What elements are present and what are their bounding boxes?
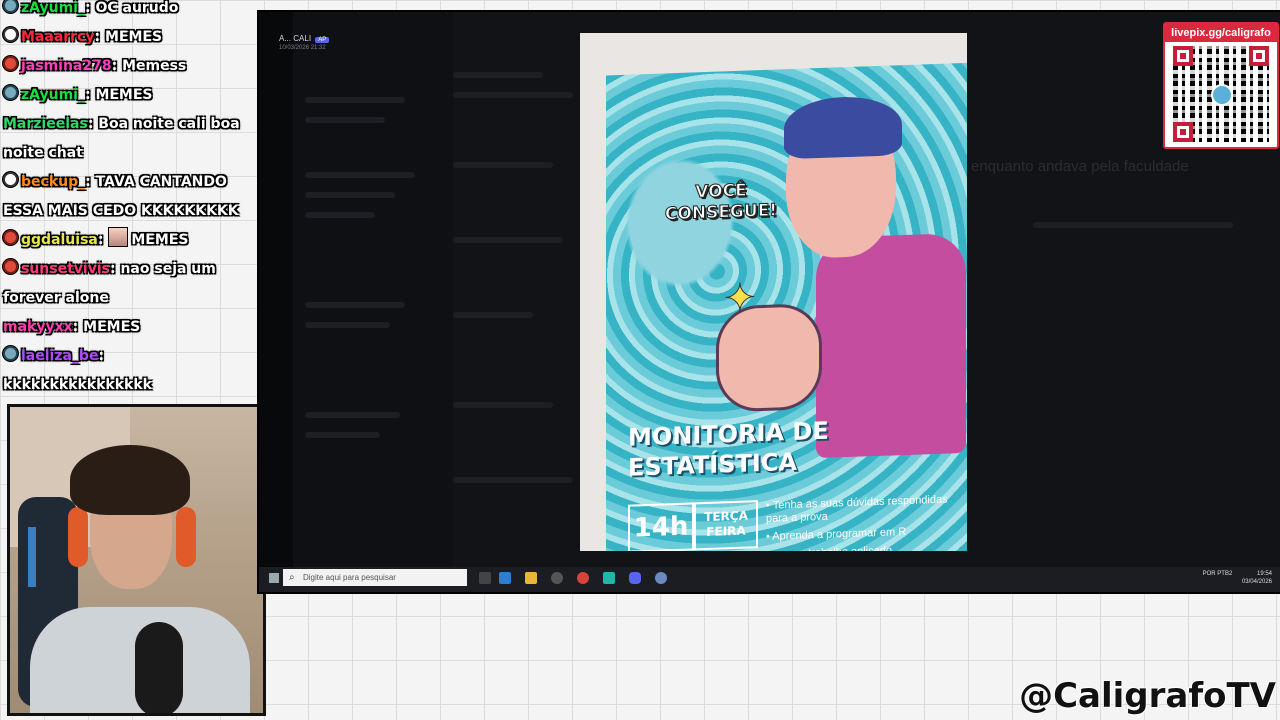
header-tag: CALI xyxy=(293,34,312,43)
poster-character-shirt xyxy=(816,232,966,459)
badge-icon xyxy=(3,27,18,42)
webcam-headphone-left xyxy=(68,507,88,567)
discord-message-header: A... CALI AP 10/03/2026 21:32 xyxy=(279,34,330,51)
badge-icon xyxy=(3,85,18,100)
header-badge: AP xyxy=(315,37,330,43)
sparkle-icon: ✦ xyxy=(724,277,757,321)
taskbar-search-placeholder: Digite aqui para pesquisar xyxy=(303,573,396,582)
chat-message: ggdaluisa: MEMES xyxy=(0,226,253,255)
chat-message: laeliza_be: kkkkkkkkkkkkkkkk xyxy=(0,342,253,400)
poster-bullets: • Tenha as suas dúvidas respondidas para… xyxy=(766,493,966,551)
poster: ✦ VOCÊ CONSEGUE! MONITORIA DE ESTATÍSTIC… xyxy=(606,62,967,551)
emote-icon xyxy=(108,227,129,247)
tray-clock[interactable]: 19:54 03/04/2026 xyxy=(1242,570,1272,586)
poster-title: MONITORIA DE ESTATÍSTICA xyxy=(628,416,829,483)
taskbar-search-input[interactable]: ⌕ Digite aqui para pesquisar xyxy=(283,569,467,586)
chat-username[interactable]: sunsetvivis xyxy=(21,261,110,277)
chat-text: : OC aurudo xyxy=(84,0,179,16)
badge-icon xyxy=(3,230,18,245)
chat-message: zAyumi_: OC aurudo xyxy=(0,0,253,23)
obs-icon[interactable] xyxy=(551,572,563,584)
badge-icon xyxy=(3,56,18,71)
webcam-microphone xyxy=(135,622,183,713)
chat-username[interactable]: laeliza_be xyxy=(21,348,98,364)
chat-text: MEMES xyxy=(131,232,189,248)
chat-text: : MEMES xyxy=(84,87,153,103)
header-user: A... xyxy=(279,34,292,43)
badge-icon xyxy=(3,259,18,274)
edge-icon[interactable] xyxy=(499,572,511,584)
capcut-icon[interactable] xyxy=(603,572,615,584)
badge-icon xyxy=(3,172,18,187)
chat-username[interactable]: jasmina278 xyxy=(21,58,112,74)
discord-channel-list xyxy=(293,12,453,567)
poster-bullet: ... o seu trabalho aplicado xyxy=(766,542,966,551)
poster-bubble-text: VOCÊ CONSEGUE! xyxy=(664,180,778,225)
chat-text: : MEMES xyxy=(72,319,141,335)
chat-message: beckup_: TAVA CANTANDO ESSA MAIS CEDO KK… xyxy=(0,168,253,226)
windows-taskbar: ⌕ Digite aqui para pesquisar POR PTB2 19… xyxy=(259,567,1280,592)
image-viewer-photo[interactable]: ✦ VOCÊ CONSEGUE! MONITORIA DE ESTATÍSTIC… xyxy=(580,33,967,551)
chat-message: zAyumi_: MEMES xyxy=(0,81,253,110)
poster-bullet: • Tenha as suas dúvidas respondidas para… xyxy=(766,493,948,525)
livepix-url: livepix.gg/caligrafo xyxy=(1165,24,1277,42)
task-view-icon[interactable] xyxy=(479,572,491,584)
ghost-message-title: enquanto andava pela faculdade xyxy=(971,158,1189,175)
file-explorer-icon[interactable] xyxy=(525,572,537,584)
chat-text: : xyxy=(97,232,109,248)
discord-server-sidebar xyxy=(259,12,293,567)
webcam-headphone-right xyxy=(176,507,196,567)
tray-date: 03/04/2026 xyxy=(1241,579,1272,585)
chat-username[interactable]: zAyumi_ xyxy=(21,0,85,16)
chat-text: : MEMES xyxy=(94,29,163,45)
poster-title-line2: ESTATÍSTICA xyxy=(628,447,797,482)
webcam-streamer-hair xyxy=(70,445,190,515)
chat-username[interactable]: beckup_ xyxy=(21,174,85,190)
badge-icon xyxy=(3,346,18,361)
poster-bullet: • Aprenda a programar em R xyxy=(766,525,907,543)
search-icon: ⌕ xyxy=(289,572,295,583)
chat-message: makyyxx: MEMES xyxy=(0,313,253,342)
chat-overlay: zAyumi_: OC aurudo Maaarrcy: MEMES jasmina… xyxy=(0,0,262,400)
tray-time: 19:54 xyxy=(1256,571,1272,577)
windows-start-icon[interactable] xyxy=(269,573,279,583)
chat-username[interactable]: makyyxx xyxy=(3,319,73,335)
channel-handle: @CaligrafoTV xyxy=(1019,676,1276,716)
chat-username[interactable]: ggdaluisa xyxy=(21,232,98,248)
livepix-donation-widget: livepix.gg/caligrafo xyxy=(1163,22,1279,149)
chrome-icon[interactable] xyxy=(577,572,589,584)
app-icon[interactable] xyxy=(655,572,667,584)
chat-text: : Memess xyxy=(111,58,187,74)
badge-icon xyxy=(3,0,18,13)
chat-username[interactable]: Maaarrcy xyxy=(21,29,95,45)
livepix-logo-icon xyxy=(1211,84,1233,106)
chat-message: sunsetvivis: nao seja um forever alone xyxy=(0,255,253,313)
chat-username[interactable]: zAyumi_ xyxy=(21,87,85,103)
qr-code xyxy=(1173,46,1269,142)
header-timestamp: 10/03/2026 21:32 xyxy=(279,45,326,51)
chat-username[interactable]: Marzieelas xyxy=(3,116,88,132)
discord-icon[interactable] xyxy=(629,572,641,584)
system-tray[interactable]: POR PTB2 19:54 03/04/2026 xyxy=(1203,570,1272,586)
chat-message: Marzieelas: Boa noite cali boa noite cha… xyxy=(0,110,253,168)
webcam-feed xyxy=(7,404,266,716)
poster-character-hair xyxy=(784,95,902,160)
poster-day: TERÇA FEIRA xyxy=(694,500,758,551)
tray-language[interactable]: POR PTB2 xyxy=(1203,570,1233,578)
poster-hour: 14h xyxy=(628,502,694,551)
chat-message: jasmina278: Memess xyxy=(0,52,253,81)
screen-capture: A... CALI AP 10/03/2026 21:32 enquanto a… xyxy=(257,10,1280,594)
chat-message: Maaarrcy: MEMES xyxy=(0,23,253,52)
